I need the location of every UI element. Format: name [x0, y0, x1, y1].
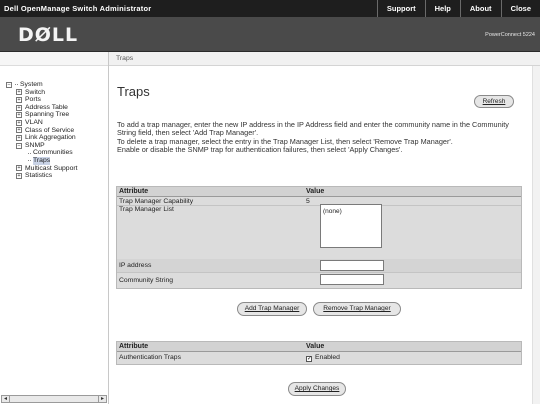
- expand-icon[interactable]: +: [16, 112, 22, 119]
- community-string-label: Community String: [119, 277, 174, 284]
- expand-icon[interactable]: +: [16, 165, 22, 172]
- tree-item-switch[interactable]: + Switch: [6, 89, 78, 97]
- capability-label: Trap Manager Capability: [119, 198, 194, 205]
- tree-item-system[interactable]: − System: [6, 81, 78, 89]
- expand-icon[interactable]: +: [16, 89, 22, 96]
- tree-item-label: Class of Service: [25, 126, 75, 134]
- tree-item-snmp[interactable]: − SNMP: [6, 142, 78, 150]
- app-title: Dell OpenManage Switch Administrator: [4, 4, 152, 13]
- apply-changes-button[interactable]: Apply Changes: [288, 382, 346, 396]
- tree-horizontal-scrollbar[interactable]: ◂ ▸: [1, 395, 107, 403]
- nav-support[interactable]: Support: [376, 0, 425, 17]
- tree-header: [0, 52, 108, 66]
- expand-icon[interactable]: +: [16, 172, 22, 179]
- instructions: To add a trap manager, enter the new IP …: [117, 120, 522, 155]
- expand-icon[interactable]: +: [16, 104, 22, 111]
- top-menu-bar: Dell OpenManage Switch Administrator Sup…: [0, 0, 540, 17]
- scroll-left-icon[interactable]: ◂: [2, 396, 10, 402]
- tree-item-spanning-tree[interactable]: + Spanning Tree: [6, 111, 78, 119]
- tree-item-link-aggregation[interactable]: + Link Aggregation: [6, 134, 78, 142]
- table-row-manager-list: Trap Manager List: [117, 206, 521, 259]
- tree-item-traps[interactable]: Traps: [6, 156, 78, 165]
- tree-body: − System + Switch + Ports + Address Tabl…: [6, 81, 78, 180]
- nav-about[interactable]: About: [459, 0, 501, 17]
- tree-item-label: Switch: [25, 88, 46, 96]
- tree-item-vlan[interactable]: + VLAN: [6, 119, 78, 127]
- column-header-value: Value: [306, 188, 325, 195]
- table-row-auth-traps: Authentication Traps ✓ Enabled: [117, 353, 521, 364]
- tree-item-label: Spanning Tree: [25, 111, 70, 119]
- nav-help[interactable]: Help: [424, 0, 460, 17]
- tree-item-label: Communities: [33, 149, 73, 157]
- model-label: PowerConnect 5224: [485, 32, 535, 38]
- expand-icon[interactable]: +: [16, 134, 22, 141]
- scroll-right-icon[interactable]: ▸: [98, 396, 106, 402]
- add-trap-manager-button[interactable]: Add Trap Manager: [237, 302, 307, 316]
- capability-value: 5: [306, 198, 310, 205]
- tree-item-label: Statistics: [25, 172, 53, 180]
- column-header-attribute: Attribute: [119, 343, 149, 350]
- enabled-label: Enabled: [315, 354, 340, 361]
- tree-item-statistics[interactable]: + Statistics: [6, 172, 78, 180]
- manager-list-label: Trap Manager List: [119, 206, 174, 213]
- tree-item-address-table[interactable]: + Address Table: [6, 104, 78, 112]
- table-row-community: Community String: [117, 273, 521, 288]
- column-header-attribute: Attribute: [119, 188, 149, 195]
- nav-close[interactable]: Close: [500, 0, 540, 17]
- authentication-traps-table: Attribute Value Authentication Traps ✓ En…: [116, 341, 522, 365]
- instruction-auth: Enable or disable the SNMP trap for auth…: [117, 145, 403, 155]
- tree-connector: [28, 160, 31, 162]
- trap-manager-listbox[interactable]: (none): [320, 204, 382, 248]
- tree-item-label: VLAN: [25, 118, 43, 126]
- auth-traps-checkbox[interactable]: ✓: [306, 356, 312, 362]
- remove-trap-manager-button[interactable]: Remove Trap Manager: [313, 302, 401, 316]
- tree-item-label: System: [20, 81, 43, 88]
- tree-item-label: SNMP: [25, 141, 45, 149]
- tree-item-ports[interactable]: + Ports: [6, 96, 78, 104]
- tree-item-label: Multicast Support: [25, 164, 78, 172]
- tree-connector: [15, 84, 18, 86]
- tree-item-communities[interactable]: Communities: [6, 149, 78, 157]
- table-header: Attribute Value: [117, 187, 521, 197]
- table-row-capability: Trap Manager Capability 5: [117, 198, 521, 206]
- tree-item-multicast-support[interactable]: + Multicast Support: [6, 165, 78, 173]
- tree-connector: [28, 152, 31, 154]
- expand-icon[interactable]: +: [16, 96, 22, 103]
- breadcrumb: Traps: [109, 52, 540, 66]
- page-title: Traps: [117, 84, 150, 99]
- refresh-button[interactable]: Refresh: [474, 95, 514, 108]
- expand-icon[interactable]: +: [16, 127, 22, 134]
- collapse-icon[interactable]: −: [6, 81, 12, 88]
- dell-logo: DØLL: [18, 24, 79, 46]
- column-header-value: Value: [306, 343, 325, 350]
- community-string-input[interactable]: [320, 274, 384, 285]
- main-vertical-scrollbar[interactable]: [532, 66, 540, 404]
- collapse-icon[interactable]: −: [16, 142, 22, 149]
- table-row-ip: IP address: [117, 259, 521, 273]
- tree-item-label: Traps: [33, 156, 51, 165]
- top-nav: Support Help About Close: [376, 0, 540, 17]
- ip-address-input[interactable]: [320, 260, 384, 271]
- auth-traps-label: Authentication Traps: [119, 354, 181, 361]
- table-header: Attribute Value: [117, 342, 521, 352]
- logo-band: DØLL PowerConnect 5224: [0, 17, 540, 52]
- breadcrumb-text: Traps: [116, 55, 134, 62]
- instruction-add: To add a trap manager, enter the new IP …: [117, 120, 509, 138]
- tree-item-label: Ports: [25, 96, 41, 104]
- list-item[interactable]: (none): [323, 208, 379, 215]
- auth-traps-value: ✓ Enabled: [306, 354, 340, 362]
- expand-icon[interactable]: +: [16, 119, 22, 126]
- tree-item-class-of-service[interactable]: + Class of Service: [6, 127, 78, 135]
- navigation-tree: − System + Switch + Ports + Address Tabl…: [0, 52, 109, 404]
- tree-item-label: Link Aggregation: [25, 134, 76, 142]
- ip-address-label: IP address: [119, 262, 152, 269]
- tree-item-label: Address Table: [25, 103, 68, 111]
- trap-manager-table: Attribute Value Trap Manager Capability …: [116, 186, 522, 289]
